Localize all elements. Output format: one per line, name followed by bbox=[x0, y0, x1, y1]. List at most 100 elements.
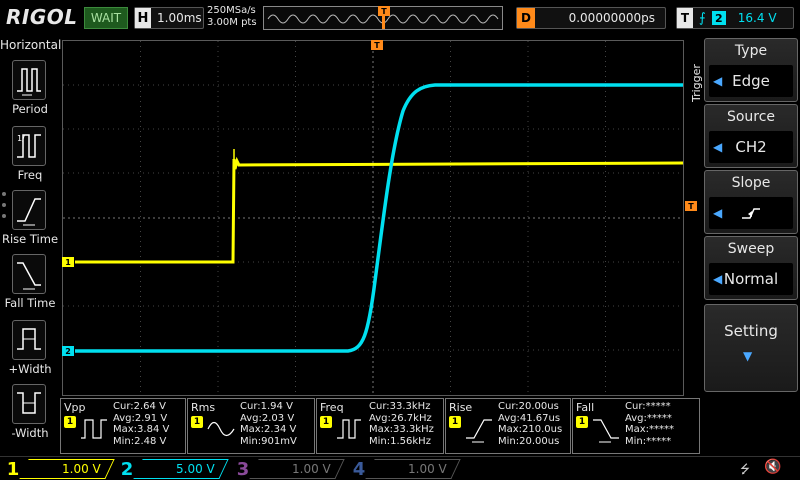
negative-width-icon bbox=[12, 384, 46, 424]
softkey-title: Setting bbox=[724, 322, 778, 340]
trigger-time-marker[interactable]: T bbox=[371, 40, 383, 50]
trigger-level-marker[interactable]: T bbox=[685, 201, 697, 211]
measurement-values: Cur:2.64 V Avg:2.91 V Max:3.84 V Min:2.4… bbox=[113, 401, 169, 447]
measurement-values: Cur:1.94 V Avg:2.03 V Max:2.34 V Min:901… bbox=[240, 401, 297, 447]
softkey-value-box: ◀ Normal bbox=[709, 263, 793, 295]
trigger-setting-button[interactable]: Setting ▼ bbox=[704, 304, 798, 392]
menu-item-label: Fall Time bbox=[4, 296, 56, 310]
memory-depth: 3.00M pts bbox=[207, 17, 257, 28]
speaker-muted-icon[interactable]: 🔇 bbox=[764, 459, 781, 475]
softkey-title: Source bbox=[726, 109, 776, 125]
trigger-type-button[interactable]: Type ◀ Edge bbox=[704, 38, 798, 102]
channel-scale-value: 1.00 V bbox=[292, 462, 331, 476]
measurement-cur: Cur:***** bbox=[625, 401, 671, 412]
rise-time-icon bbox=[12, 190, 46, 230]
top-status-bar: RIGOL WAIT H 1.00ms 250MSa/s 3.00M pts T… bbox=[0, 0, 800, 36]
menu-item-negative-width[interactable]: -Width bbox=[0, 382, 60, 446]
measurement-rms[interactable]: Rms 1 Cur:1.94 V Avg:2.03 V Max:2.34 V M… bbox=[187, 398, 315, 454]
trigger-sweep-button[interactable]: Sweep ◀ Normal bbox=[704, 236, 798, 300]
fall-time-icon bbox=[12, 254, 46, 294]
delay-letter: D bbox=[517, 8, 535, 28]
brand-logo: RIGOL bbox=[6, 5, 78, 29]
measurement-min: Min:20.00us bbox=[498, 435, 560, 447]
trigger-menu-tab[interactable]: Trigger bbox=[688, 46, 704, 126]
measurement-avg: Avg:26.7kHz bbox=[369, 412, 432, 424]
menu-item-period[interactable]: Period bbox=[0, 58, 60, 122]
trigger-sweep-value: Normal bbox=[723, 270, 779, 288]
left-arrow-icon: ◀ bbox=[713, 206, 723, 220]
measurement-rise[interactable]: Rise 1 Cur:20.00us Avg:41.67us Max:210.0… bbox=[445, 398, 571, 454]
menu-item-positive-width[interactable]: +Width bbox=[0, 318, 60, 382]
menu-item-label: +Width bbox=[8, 362, 52, 376]
horizontal-letter: H bbox=[135, 8, 151, 28]
down-arrow-icon: ▼ bbox=[743, 349, 753, 363]
timebase-display[interactable]: H 1.00ms bbox=[134, 7, 204, 29]
measurement-freq[interactable]: Freq 1 Cur:33.3kHz Avg:26.7kHz Max:33.3k… bbox=[316, 398, 444, 454]
ch2-offset-marker[interactable]: 2 bbox=[62, 346, 74, 356]
measurement-channel-badge: 1 bbox=[64, 416, 76, 428]
measurement-cur: Cur:1.94 V bbox=[240, 401, 293, 412]
softkey-value-box: ◀ CH2 bbox=[709, 131, 793, 163]
svg-text:1/: 1/ bbox=[17, 134, 25, 143]
channel-scale-box: 5.00 V bbox=[133, 459, 229, 479]
freq-icon: 1/ bbox=[12, 126, 46, 166]
softkey-title: Slope bbox=[731, 175, 771, 191]
menu-item-freq[interactable]: 1/ Freq bbox=[0, 124, 60, 188]
delay-value: 0.00000000ps bbox=[568, 11, 655, 25]
ch1-status[interactable]: 1 1.00 V bbox=[2, 457, 115, 480]
menu-item-label: Rise Time bbox=[1, 232, 59, 246]
menu-item-label: -Width bbox=[11, 426, 49, 440]
measurement-channel-badge: 1 bbox=[449, 416, 461, 428]
ch2-status[interactable]: 2 5.00 V bbox=[116, 457, 229, 480]
trigger-tab-label: Trigger bbox=[690, 64, 703, 102]
sample-rate: 250MSa/s bbox=[207, 5, 256, 16]
softkey-title: Sweep bbox=[727, 241, 775, 257]
left-arrow-icon: ◀ bbox=[713, 74, 723, 88]
acquisition-info: 250MSa/s 3.00M pts bbox=[207, 5, 257, 29]
measurement-values: Cur:20.00us Avg:41.67us Max:210.0us Min:… bbox=[498, 401, 562, 447]
ch3-status[interactable]: 3 1.00 V bbox=[232, 457, 345, 480]
measurement-channel-badge: 1 bbox=[320, 416, 332, 428]
trigger-letter: T bbox=[677, 8, 693, 28]
trigger-source-value: CH2 bbox=[735, 138, 767, 156]
softkey-value-box: ◀ bbox=[709, 197, 793, 229]
trigger-type-value: Edge bbox=[732, 72, 770, 90]
menu-item-label: Freq bbox=[17, 168, 43, 182]
ch1-offset-marker[interactable]: 1 bbox=[62, 257, 74, 267]
measurement-name: Rise bbox=[449, 401, 473, 414]
delay-display[interactable]: D 0.00000000ps bbox=[516, 7, 666, 29]
run-status-badge[interactable]: WAIT bbox=[84, 7, 128, 29]
rising-edge-icon bbox=[742, 208, 760, 219]
measurement-cur: Cur:2.64 V bbox=[113, 401, 166, 412]
measurement-channel-badge: 1 bbox=[576, 416, 588, 428]
rise-time-icon bbox=[466, 419, 492, 443]
measurement-fall[interactable]: Fall 1 Cur:***** Avg:***** Max:***** Min… bbox=[572, 398, 700, 454]
measurement-max: Max:210.0us bbox=[498, 424, 563, 435]
positive-width-icon bbox=[12, 320, 46, 360]
trigger-slope-button[interactable]: Slope ◀ bbox=[704, 170, 798, 234]
trigger-level-value: 16.4 V bbox=[737, 11, 777, 25]
measurement-channel-badge: 1 bbox=[191, 416, 203, 428]
trigger-source-button[interactable]: Source ◀ CH2 bbox=[704, 104, 798, 168]
freq-icon bbox=[337, 419, 361, 439]
channel-scale-box: 1.00 V bbox=[365, 459, 461, 479]
channel-scale-box: 1.00 V bbox=[19, 459, 115, 479]
ch4-status[interactable]: 4 1.00 V bbox=[348, 457, 461, 480]
measurement-name: Vpp bbox=[64, 401, 86, 414]
menu-item-rise-time[interactable]: Rise Time bbox=[0, 188, 60, 252]
channel-scale-value: 5.00 V bbox=[176, 462, 215, 476]
measurement-vpp[interactable]: Vpp 1 Cur:2.64 V Avg:2.91 V Max:3.84 V M… bbox=[60, 398, 186, 454]
measurement-min: Min:***** bbox=[625, 435, 672, 447]
period-icon bbox=[12, 60, 46, 100]
menu-item-label: Period bbox=[12, 102, 48, 116]
vpp-icon bbox=[81, 419, 107, 439]
measurement-values: Cur:***** Avg:***** Max:***** Min:***** bbox=[625, 401, 674, 447]
timebase-value: 1.00ms bbox=[157, 11, 202, 25]
measurement-values: Cur:33.3kHz Avg:26.7kHz Max:33.3kHz Min:… bbox=[369, 401, 434, 447]
rms-sine-icon bbox=[207, 421, 235, 437]
channel-scale-box: 1.00 V bbox=[249, 459, 345, 479]
trigger-display[interactable]: T ⨍ 2 16.4 V bbox=[676, 7, 794, 29]
waveform-display[interactable]: 1 2 T T bbox=[62, 40, 697, 396]
menu-item-fall-time[interactable]: Fall Time bbox=[0, 252, 60, 316]
trigger-position-marker[interactable]: T bbox=[378, 6, 390, 16]
